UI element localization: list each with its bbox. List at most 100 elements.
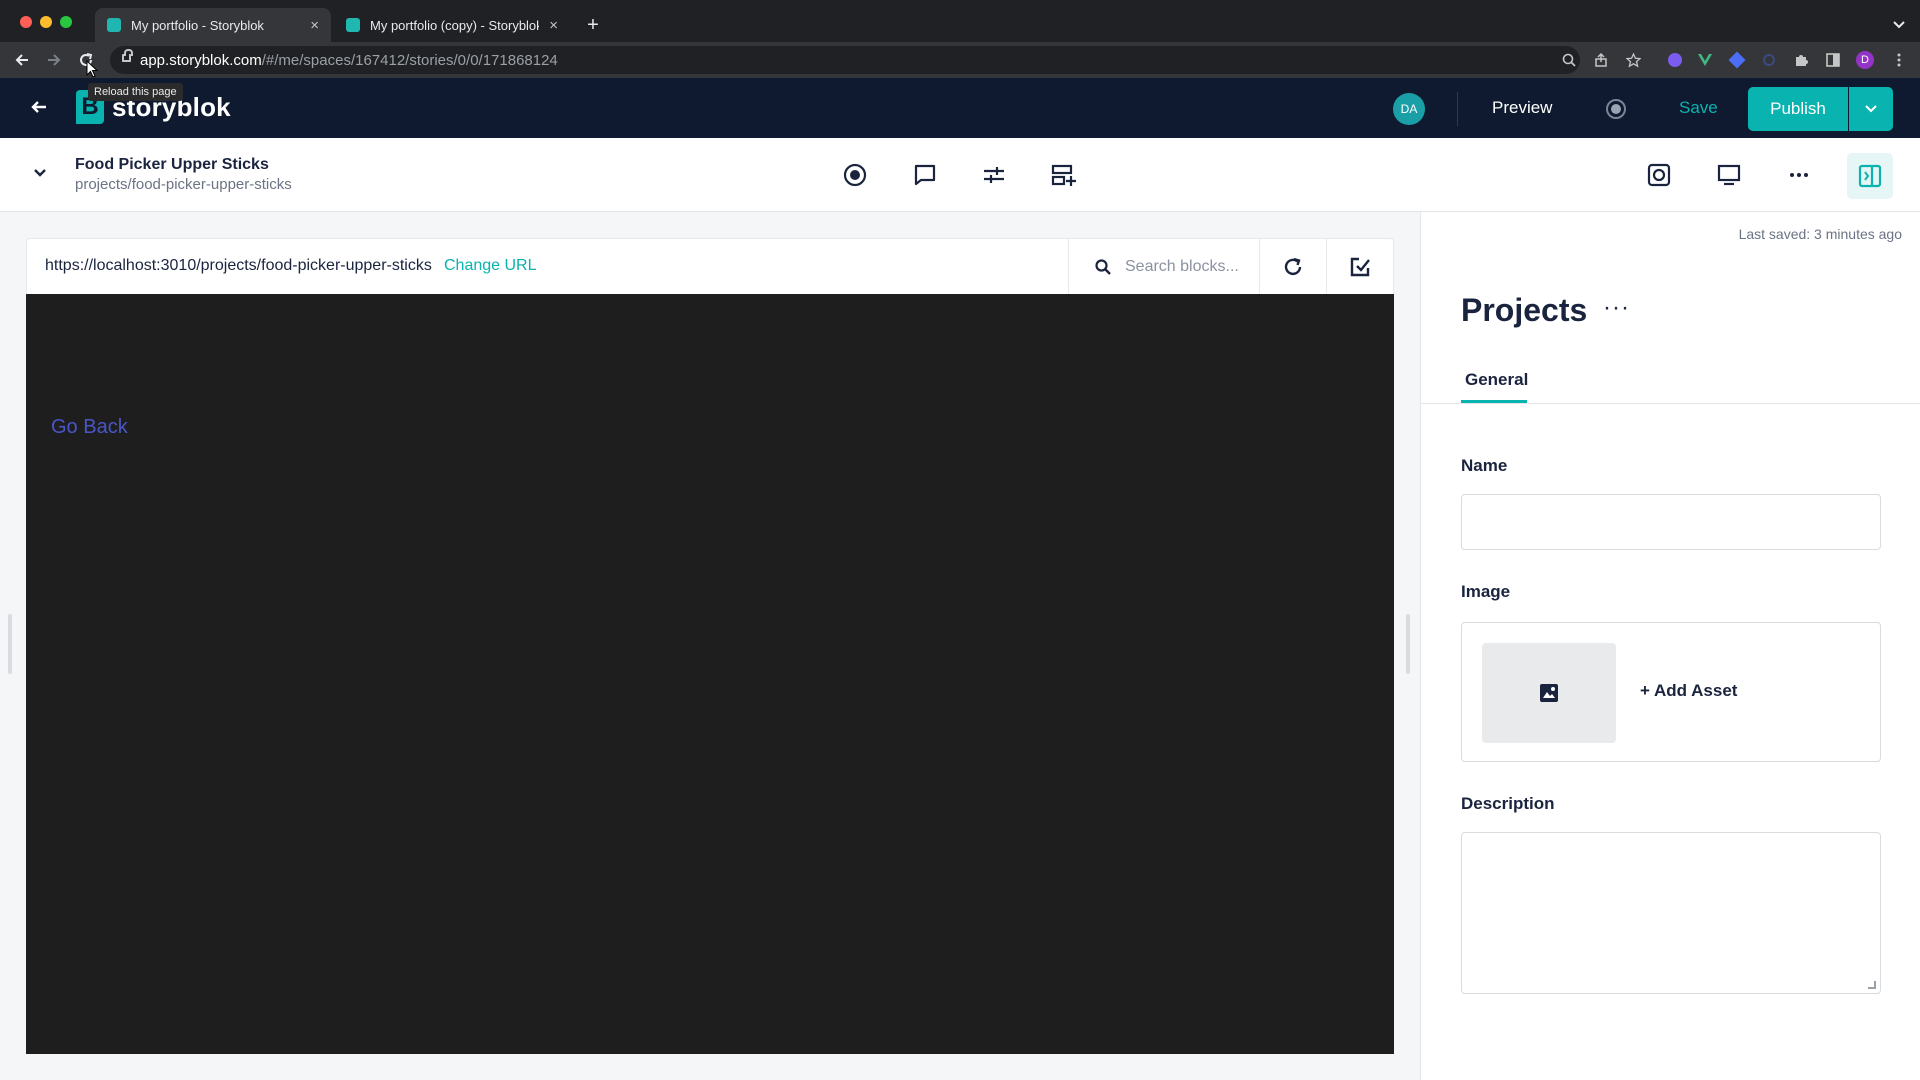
tab-general[interactable]: General — [1465, 370, 1528, 390]
arrow-left-icon — [31, 101, 46, 113]
extension-blue-icon[interactable] — [1727, 50, 1747, 70]
new-tab-button[interactable]: + — [578, 8, 608, 42]
vue-devtools-icon[interactable] — [1695, 50, 1715, 70]
header-divider — [1457, 92, 1458, 126]
lock-icon — [122, 49, 133, 62]
name-field[interactable] — [1461, 494, 1881, 550]
image-label: Image — [1461, 582, 1511, 601]
schema-button[interactable] — [1642, 158, 1676, 192]
profile-avatar[interactable]: D — [1855, 50, 1875, 70]
profile-initial: D — [1856, 51, 1874, 69]
share-icon[interactable] — [1591, 50, 1611, 70]
preview-url: https://localhost:3010/projects/food-pic… — [45, 257, 432, 274]
open-in-new-button[interactable] — [1326, 239, 1392, 295]
tab-title: My portfolio (copy) - Storyblok — [370, 17, 540, 33]
chevron-down-icon — [1865, 105, 1877, 113]
description-textarea[interactable] — [1461, 832, 1881, 994]
monitor-icon — [1717, 164, 1741, 186]
url-path: /#/me/spaces/167412/stories/0/0/17186812… — [261, 51, 558, 69]
story-menu-toggle[interactable] — [34, 164, 46, 180]
add-asset-button[interactable]: + Add Asset — [1640, 681, 1737, 701]
app-header: B storyblok DA Preview Save Publish — [0, 78, 1920, 138]
visual-editor-preview: https://localhost:3010/projects/food-pic… — [0, 212, 1420, 1080]
close-tab-icon[interactable]: × — [549, 17, 558, 34]
go-back-link[interactable]: Go Back — [51, 416, 128, 439]
last-saved-status: Last saved: 3 minutes ago — [1738, 226, 1902, 242]
story-title: Food Picker Upper Sticks — [75, 156, 269, 173]
external-edit-icon — [1350, 257, 1370, 277]
minimize-window-button[interactable] — [40, 16, 52, 28]
tab-search-button[interactable] — [1884, 8, 1914, 42]
save-button[interactable]: Save — [1679, 98, 1718, 118]
browser-chrome: My portfolio - Storyblok × My portfolio … — [0, 0, 1920, 78]
device-preview-button[interactable] — [1712, 158, 1746, 192]
publish-button[interactable]: Publish — [1748, 87, 1848, 131]
add-block-button[interactable] — [1047, 158, 1081, 192]
comments-button[interactable] — [908, 158, 942, 192]
arrow-left-icon — [15, 54, 28, 66]
tab-title: My portfolio - Storyblok — [131, 17, 264, 33]
browser-toolbar: app.storyblok.com/#/me/spaces/167412/sto… — [0, 42, 1920, 78]
name-label: Name — [1461, 456, 1508, 475]
maximize-window-button[interactable] — [60, 16, 72, 28]
left-resize-handle[interactable] — [8, 614, 12, 674]
search-icon — [1095, 259, 1111, 275]
extensions-puzzle-icon[interactable] — [1791, 50, 1811, 70]
browser-tab-active[interactable]: My portfolio - Storyblok × — [95, 8, 331, 42]
target-icon — [843, 163, 867, 187]
extension-purple-icon[interactable] — [1665, 50, 1685, 70]
block-options-button[interactable]: ··· — [1603, 294, 1630, 322]
more-options-button[interactable] — [1782, 158, 1816, 192]
search-placeholder: Search blocks... — [1125, 258, 1239, 275]
settings-button[interactable] — [977, 158, 1011, 192]
right-resize-handle[interactable] — [1406, 614, 1410, 674]
browser-tab[interactable]: My portfolio (copy) - Storyblok × — [334, 8, 570, 42]
publish-status-icon — [1606, 99, 1626, 119]
reload-tooltip: Reload this page — [88, 83, 183, 101]
close-window-button[interactable] — [20, 16, 32, 28]
chevron-down-icon — [1893, 21, 1905, 29]
preview-button[interactable]: Preview — [1492, 98, 1552, 118]
chevron-down-icon — [34, 169, 46, 177]
publish-options-button[interactable] — [1849, 87, 1893, 131]
user-avatar[interactable]: DA — [1393, 93, 1425, 125]
story-toolbar: Food Picker Upper Sticks projects/food-p… — [0, 138, 1920, 212]
change-url-link[interactable]: Change URL — [444, 257, 537, 275]
panel-title: Projects — [1461, 292, 1588, 328]
bookmark-star-icon[interactable] — [1623, 50, 1643, 70]
reload-icon — [1284, 257, 1301, 276]
back-button[interactable] — [10, 48, 34, 72]
blocks-add-icon — [1051, 164, 1076, 186]
arrow-right-icon — [48, 54, 61, 66]
asset-placeholder — [1482, 643, 1616, 743]
sliders-icon — [984, 167, 1004, 183]
plus-icon: + — [587, 13, 599, 36]
storyblok-favicon-icon — [346, 18, 360, 32]
side-panel-icon[interactable] — [1823, 50, 1843, 70]
content-edit-panel: Last saved: 3 minutes ago Projects ··· G… — [1420, 212, 1920, 1080]
preview-canvas: Go Back — [26, 294, 1394, 1054]
resize-grip-icon[interactable] — [1868, 981, 1876, 989]
more-horizontal-icon — [1790, 173, 1808, 177]
refresh-preview-button[interactable] — [1259, 239, 1325, 295]
address-bar[interactable]: app.storyblok.com/#/me/spaces/167412/sto… — [110, 46, 1580, 74]
image-asset-field[interactable]: + Add Asset — [1461, 622, 1881, 762]
browser-menu-icon[interactable] — [1889, 50, 1909, 70]
forward-button[interactable] — [42, 48, 66, 72]
zoom-icon[interactable] — [1559, 50, 1579, 70]
mouse-cursor-icon — [86, 60, 98, 78]
comment-icon — [914, 164, 936, 186]
extension-dark-icon[interactable] — [1759, 50, 1779, 70]
frame-icon — [1647, 163, 1671, 187]
storyblok-favicon-icon — [107, 18, 121, 32]
toggle-panel-button[interactable] — [1847, 153, 1893, 199]
preview-url-bar: https://localhost:3010/projects/food-pic… — [26, 238, 1394, 295]
image-icon — [1540, 684, 1558, 702]
close-tab-icon[interactable]: × — [310, 17, 319, 34]
workflow-button[interactable] — [838, 158, 872, 192]
panel-layout-icon — [1858, 164, 1882, 188]
search-blocks-input[interactable]: Search blocks... — [1068, 239, 1258, 295]
description-label: Description — [1461, 794, 1555, 813]
back-to-space-button[interactable] — [30, 96, 48, 122]
url-host: app.storyblok.com — [140, 51, 262, 69]
